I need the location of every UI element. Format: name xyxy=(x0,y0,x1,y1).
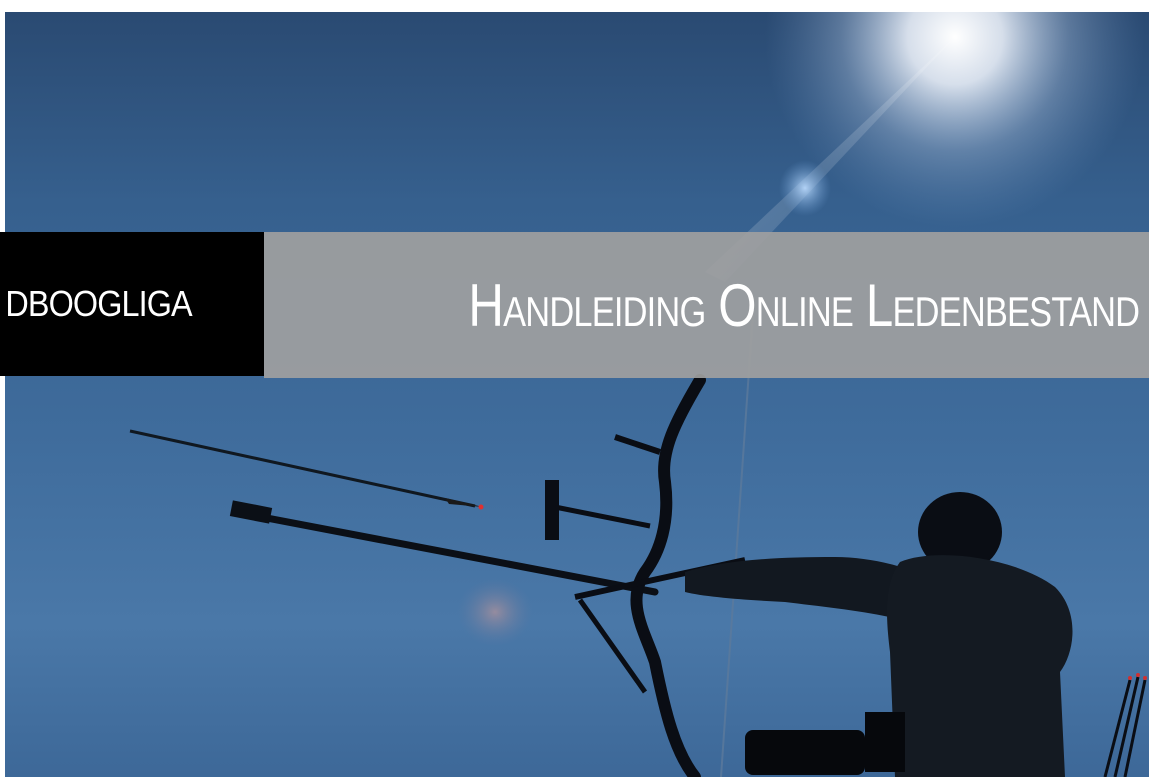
brand-name: DBOOGLIGA xyxy=(5,283,192,324)
archer-photo xyxy=(129,12,1147,777)
brand-block: DBOOGLIGA xyxy=(0,232,264,376)
cover-photo xyxy=(5,12,1149,777)
title-band: Handleiding Online Ledenbestand xyxy=(264,232,1149,378)
lens-flare xyxy=(779,160,831,216)
document-title: Handleiding Online Ledenbestand xyxy=(468,271,1140,339)
